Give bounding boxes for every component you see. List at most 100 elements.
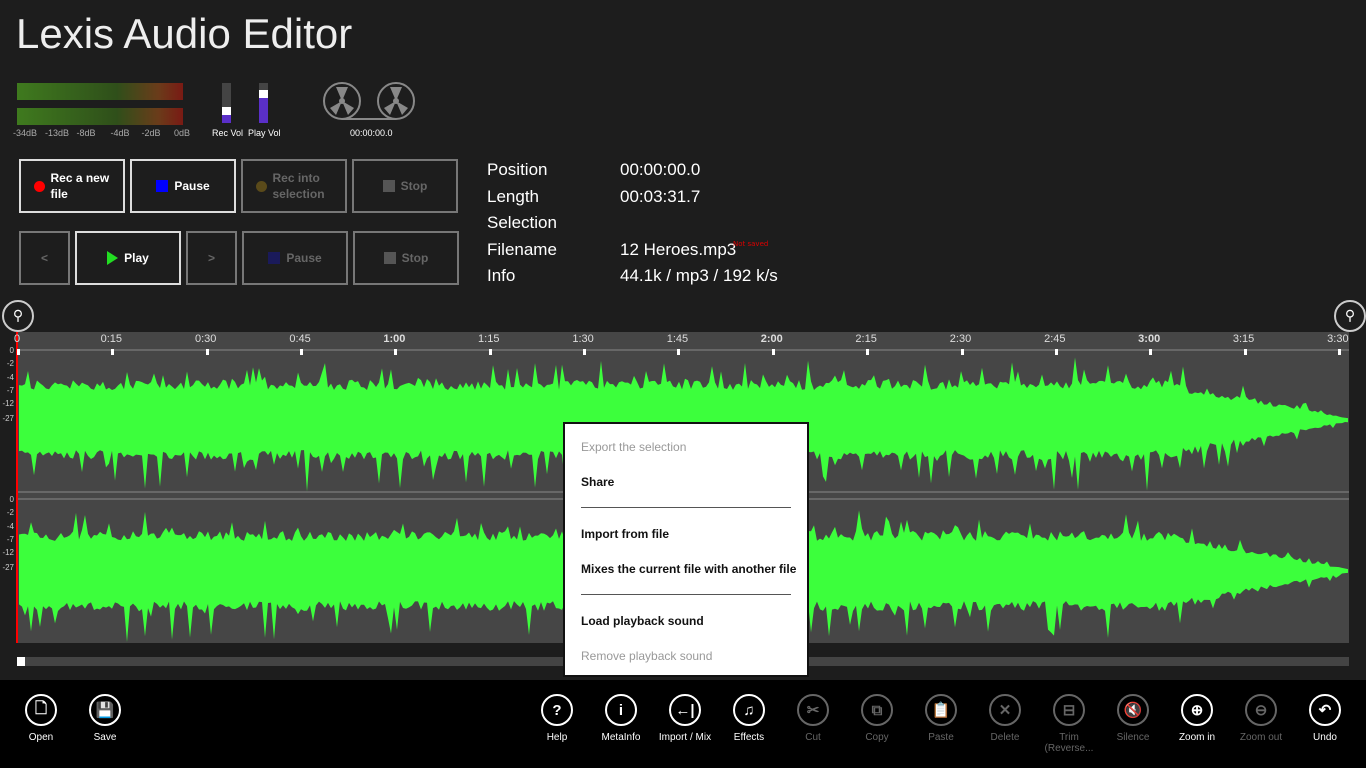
position-value: 00:00:00.0	[620, 160, 701, 179]
paste-icon: 📋	[925, 694, 957, 726]
rec-vol-slider[interactable]	[222, 83, 231, 123]
effects-button[interactable]: ♫ Effects	[717, 694, 781, 743]
help-icon: ?	[541, 694, 573, 726]
selection-label: Selection	[487, 213, 557, 232]
db-scale-label: -27	[2, 563, 14, 572]
time-tick-label: 0:45	[289, 333, 311, 345]
menu-item-import-from-file[interactable]: Import from file	[581, 527, 669, 541]
length-label: Length	[487, 187, 539, 206]
play-vol-slider[interactable]	[259, 83, 268, 123]
play-icon	[107, 251, 119, 265]
undo-icon: ↶	[1309, 694, 1341, 726]
time-tick-mark	[960, 349, 964, 355]
time-tick-mark	[771, 349, 775, 355]
zoom-in-icon: ⊕	[1181, 694, 1213, 726]
app-bar: 🗋 Open 💾 Save ? Help i MetaInfo ←| Import / Mix ♫ E…	[0, 680, 1366, 768]
db-label: -8dB	[76, 128, 96, 138]
time-tick-mark	[1337, 349, 1341, 355]
time-tick-mark	[300, 349, 304, 355]
time-tick-mark	[1149, 349, 1153, 355]
time-tick-mark	[394, 349, 398, 355]
silence-button[interactable]: 🔇 Silence	[1101, 694, 1165, 743]
db-label: 0dB	[173, 128, 190, 138]
db-scale-label: -4	[6, 373, 14, 382]
next-button[interactable]: >	[186, 231, 237, 285]
scissors-icon: ✂	[797, 694, 829, 726]
open-button[interactable]: 🗋 Open	[9, 694, 73, 743]
length-value: 00:03:31.7	[620, 187, 701, 206]
menu-item-mix-file[interactable]: Mixes the current file with another file	[581, 562, 796, 576]
time-tick-mark	[866, 349, 870, 355]
db-scale-label: -27	[2, 414, 14, 423]
time-tick-label: 0:30	[194, 333, 217, 345]
zoom-out-icon: ⊖	[1245, 694, 1277, 726]
pause-icon	[156, 180, 169, 192]
time-tick-mark	[205, 349, 209, 355]
db-scale-label: -12	[2, 399, 14, 408]
stop-icon	[382, 180, 395, 192]
menu-separator	[581, 507, 791, 508]
zoom-in-button[interactable]: ⊕ Zoom in	[1165, 694, 1229, 743]
copy-icon: ⧉	[861, 694, 893, 726]
cut-button[interactable]: ✂ Cut	[781, 694, 845, 743]
rec-new-file-button[interactable]: Rec a new file	[19, 159, 125, 213]
selection-start-marker-icon[interactable]: ⚲	[2, 300, 34, 332]
time-tick-label: 3:15	[1232, 333, 1255, 345]
time-tick-label: 1:15	[478, 333, 500, 345]
db-scale-label: -7	[6, 535, 14, 544]
paste-button[interactable]: 📋 Paste	[909, 694, 973, 743]
db-scale-label: -7	[6, 386, 14, 395]
rec-vol-label: Rec Vol	[212, 128, 244, 138]
selection-end-marker-icon[interactable]: ⚲	[1334, 300, 1366, 332]
menu-item-share[interactable]: Share	[581, 475, 614, 489]
play-stop-button[interactable]: Stop	[353, 231, 459, 285]
playback-cursor[interactable]	[16, 332, 18, 643]
time-tick-mark	[583, 349, 587, 355]
scrollbar-thumb[interactable]	[17, 657, 25, 666]
rec-stop-button[interactable]: Stop	[352, 159, 458, 213]
play-button[interactable]: Play	[75, 231, 181, 285]
prev-button[interactable]: <	[19, 231, 70, 285]
menu-item-remove-playback-sound[interactable]: Remove playback sound	[581, 649, 712, 663]
rec-into-selection-button[interactable]: Rec into selection	[241, 159, 347, 213]
pause-icon	[268, 252, 281, 264]
metainfo-button[interactable]: i MetaInfo	[589, 694, 653, 743]
tape-time: 00:00:00.0	[350, 128, 393, 138]
trim-reverse-button[interactable]: ⊟ Trim (Reverse...	[1037, 694, 1101, 754]
tape-reels-icon	[323, 82, 415, 120]
position-label: Position	[487, 160, 548, 179]
filename-value: 12 Heroes.mp3	[620, 240, 737, 259]
time-tick-label: 1:30	[572, 333, 594, 345]
rec-pause-button[interactable]: Pause	[130, 159, 236, 213]
menu-item-load-playback-sound[interactable]: Load playback sound	[581, 614, 704, 628]
menu-separator	[581, 594, 791, 595]
save-button[interactable]: 💾 Save	[73, 694, 137, 743]
import-mix-button[interactable]: ←| Import / Mix	[653, 694, 717, 743]
trim-icon: ⊟	[1053, 694, 1085, 726]
menu-item-export-selection[interactable]: Export the selection	[581, 440, 686, 454]
db-label: -4dB	[110, 128, 130, 138]
time-tick-label: 2:15	[855, 333, 877, 345]
open-file-icon: 🗋	[25, 694, 57, 726]
time-tick-mark	[17, 349, 20, 355]
app-title: Lexis Audio Editor	[16, 10, 353, 57]
zoom-out-button[interactable]: ⊖ Zoom out	[1229, 694, 1293, 743]
db-scale-label: -12	[2, 548, 14, 557]
time-tick-mark	[1054, 349, 1058, 355]
time-tick-label: 3:30	[1327, 333, 1349, 345]
copy-button[interactable]: ⧉ Copy	[845, 694, 909, 743]
time-tick-label: 2:45	[1044, 333, 1066, 345]
info-value: 44.1k / mp3 / 192 k/s	[620, 266, 778, 285]
db-scale-label: -2	[6, 508, 14, 517]
info-icon: i	[605, 694, 637, 726]
help-button[interactable]: ? Help	[525, 694, 589, 743]
undo-button[interactable]: ↶ Undo	[1293, 694, 1357, 743]
time-tick-label: 0	[13, 333, 21, 345]
db-scale-label: -4	[6, 522, 14, 531]
record-icon	[255, 180, 267, 192]
mute-icon: 🔇	[1117, 694, 1149, 726]
db-scale-label: 0	[9, 346, 14, 355]
filename-label: Filename	[487, 240, 557, 259]
delete-button[interactable]: ✕ Delete	[973, 694, 1037, 743]
play-pause-button[interactable]: Pause	[242, 231, 348, 285]
